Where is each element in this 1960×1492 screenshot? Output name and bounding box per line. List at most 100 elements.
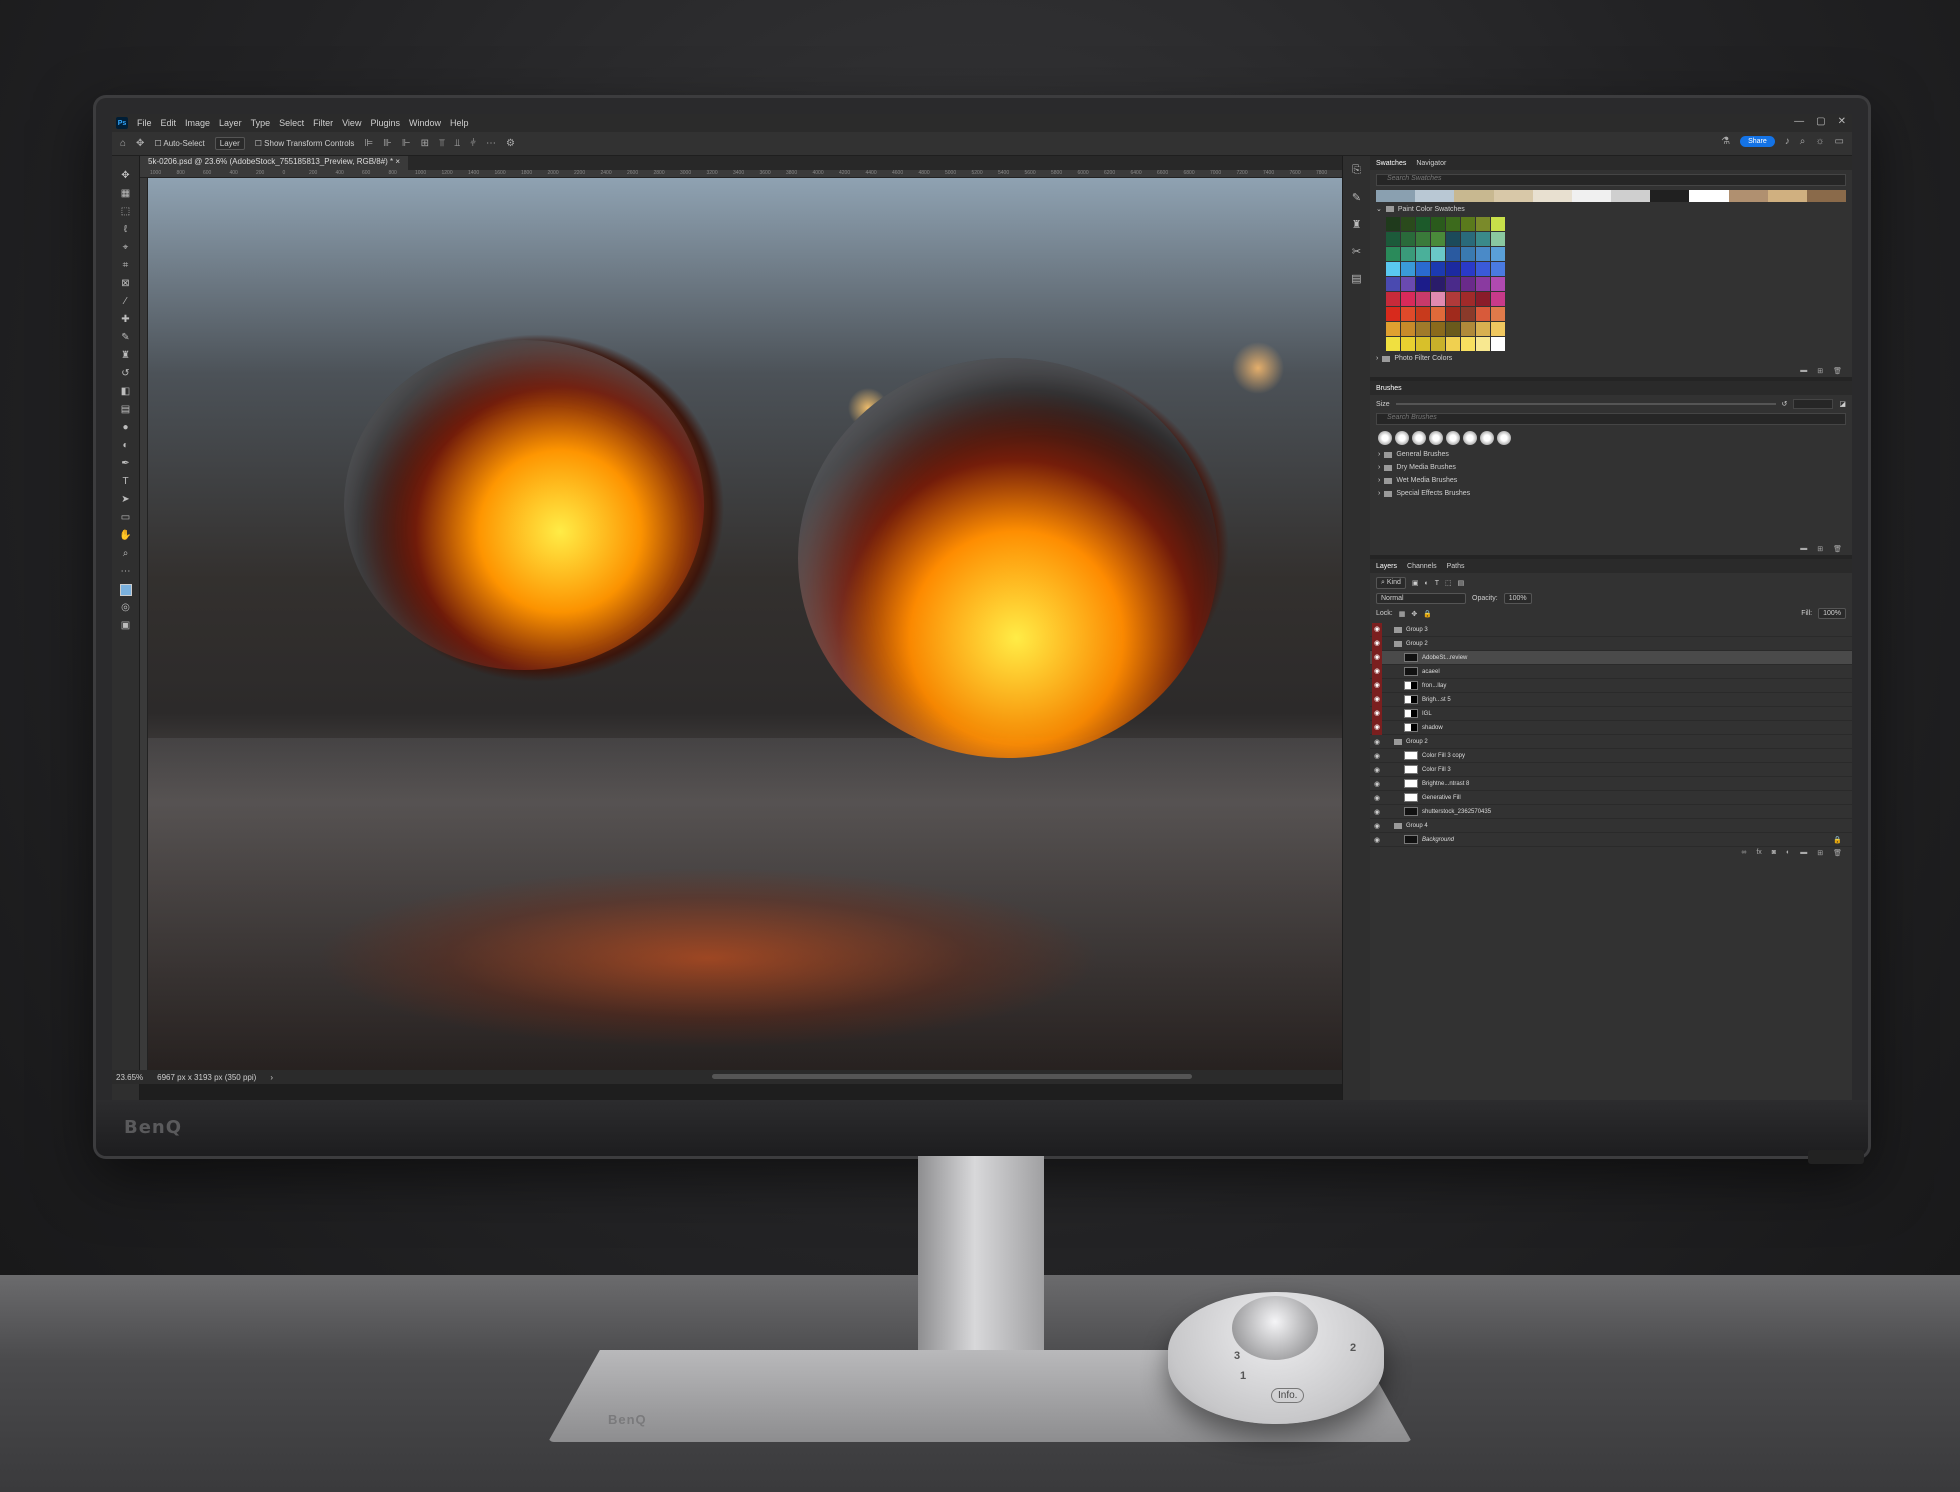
blur-tool-icon[interactable]: ● — [119, 422, 133, 434]
color-swatch[interactable] — [1416, 292, 1430, 306]
color-swatch[interactable] — [1431, 322, 1445, 336]
filter-adjust-icon[interactable]: ◐ — [1425, 580, 1429, 587]
lock-all-icon[interactable]: 🔒 — [1423, 610, 1432, 618]
eye-icon[interactable]: ◉ — [1372, 794, 1382, 802]
menu-filter[interactable]: Filter — [313, 118, 333, 128]
layer-row[interactable]: ◉ Brightne...ntrast 8 — [1370, 777, 1852, 791]
properties-icon[interactable]: ▤ — [1351, 272, 1361, 285]
color-swatch[interactable] — [1491, 307, 1505, 321]
move-tool-icon[interactable]: ✥ — [136, 138, 144, 149]
color-swatch[interactable] — [1491, 292, 1505, 306]
color-swatch[interactable] — [1461, 262, 1475, 276]
brush-folder[interactable]: › General Brushes — [1378, 451, 1844, 458]
eye-icon[interactable]: ◉ — [1372, 692, 1382, 707]
color-swatch[interactable] — [1461, 247, 1475, 261]
brush-preset[interactable] — [1446, 431, 1460, 445]
filter-pixel-icon[interactable]: ▣ — [1412, 579, 1419, 587]
lock-pixels-icon[interactable]: ▦ — [1399, 610, 1406, 618]
color-swatch[interactable] — [1446, 247, 1460, 261]
eye-icon[interactable]: ◉ — [1372, 720, 1382, 735]
distribute-icon[interactable]: ⊞ — [421, 138, 429, 149]
menu-file[interactable]: File — [137, 118, 152, 128]
lightbulb-icon[interactable]: ☼ — [1815, 136, 1824, 147]
color-swatch[interactable] — [1461, 217, 1475, 231]
gear-icon[interactable]: ⚙ — [506, 138, 515, 149]
menu-plugins[interactable]: Plugins — [370, 118, 400, 128]
menu-window[interactable]: Window — [409, 118, 441, 128]
fx-icon[interactable]: fx — [1756, 849, 1761, 857]
auto-select-checkbox[interactable]: ☐ Auto-Select — [154, 139, 204, 148]
color-swatch[interactable] — [1401, 217, 1415, 231]
filter-smart-icon[interactable]: ▤ — [1458, 579, 1465, 587]
new-group-icon[interactable]: ▬ — [1800, 849, 1807, 857]
workspace-icon[interactable]: ▭ — [1835, 136, 1844, 147]
foreground-color-swatch[interactable] — [119, 584, 132, 596]
horizontal-scrollbar[interactable] — [712, 1074, 1192, 1079]
color-swatch[interactable] — [1401, 277, 1415, 291]
color-swatch[interactable] — [1446, 217, 1460, 231]
color-swatch[interactable] — [1386, 247, 1400, 261]
brush-preset[interactable] — [1480, 431, 1494, 445]
more-options-icon[interactable]: ⋯ — [486, 138, 496, 149]
tab-navigator[interactable]: Navigator — [1416, 160, 1446, 167]
brush-size-slider[interactable] — [1395, 403, 1776, 405]
eye-icon[interactable]: ◉ — [1372, 780, 1382, 788]
eye-icon[interactable]: ◉ — [1372, 752, 1382, 760]
color-swatch[interactable] — [1446, 292, 1460, 306]
color-swatch[interactable] — [1416, 307, 1430, 321]
fill-input[interactable]: 100% — [1818, 608, 1846, 619]
brush-settings-icon[interactable]: ✎ — [1352, 191, 1361, 204]
home-icon[interactable]: ⌂ — [120, 138, 126, 149]
puck-info-button[interactable]: Info. — [1271, 1388, 1305, 1403]
brush-preset[interactable] — [1378, 431, 1392, 445]
frame-tool-icon[interactable]: ⊠ — [119, 278, 133, 290]
color-swatch[interactable] — [1446, 307, 1460, 321]
color-swatch[interactable] — [1446, 262, 1460, 276]
color-swatch[interactable] — [1461, 292, 1475, 306]
color-swatch[interactable] — [1446, 232, 1460, 246]
reset-icon[interactable]: ↺ — [1782, 400, 1788, 408]
search-icon[interactable]: ⌕ — [1800, 136, 1806, 147]
color-swatch[interactable] — [1401, 262, 1415, 276]
color-swatch[interactable] — [1431, 277, 1445, 291]
swatch-group-paint[interactable]: ⌄ Paint Color Swatches — [1376, 205, 1846, 214]
color-swatch[interactable] — [1476, 307, 1490, 321]
hotkey-puck[interactable]: 1 2 3 Info. — [1168, 1292, 1384, 1424]
history-icon[interactable]: ⎘ — [1352, 164, 1361, 177]
crop-tool-icon[interactable]: ⌗ — [119, 260, 133, 272]
align-left-icon[interactable]: ⊫ — [364, 138, 373, 149]
color-swatch[interactable] — [1386, 322, 1400, 336]
swatch-group-photo-filter[interactable]: › Photo Filter Colors — [1376, 355, 1846, 362]
menu-select[interactable]: Select — [279, 118, 304, 128]
layer-row[interactable]: ◉ shadow — [1370, 720, 1852, 735]
color-swatch[interactable] — [1446, 277, 1460, 291]
rectangle-tool-icon[interactable]: ▭ — [119, 512, 133, 524]
layer-row[interactable]: ◉ Group 3 — [1370, 622, 1852, 637]
recent-swatch[interactable] — [1532, 190, 1572, 202]
recent-swatch[interactable] — [1728, 190, 1768, 202]
eye-icon[interactable]: ◉ — [1372, 738, 1382, 746]
path-select-icon[interactable]: ➤ — [119, 494, 133, 506]
tab-swatches[interactable]: Swatches — [1376, 160, 1406, 167]
eye-icon[interactable]: ◉ — [1372, 706, 1382, 721]
align-top-icon[interactable]: ⫪ — [439, 138, 445, 149]
color-swatch[interactable] — [1446, 322, 1460, 336]
flask-icon[interactable]: ⚗ — [1721, 136, 1730, 147]
color-swatch[interactable] — [1431, 217, 1445, 231]
recent-swatch[interactable] — [1571, 190, 1612, 202]
color-swatch[interactable] — [1431, 337, 1445, 351]
trash-icon[interactable]: 🗑 — [1833, 367, 1842, 375]
close-button[interactable]: ✕ — [1838, 116, 1846, 127]
menu-layer[interactable]: Layer — [219, 118, 242, 128]
menu-edit[interactable]: Edit — [161, 118, 177, 128]
new-brush-icon[interactable]: ⊞ — [1817, 545, 1823, 553]
puck-button-2[interactable]: 2 — [1350, 1342, 1356, 1354]
status-chevron-icon[interactable]: › — [270, 1073, 273, 1082]
align-right-icon[interactable]: ⊩ — [402, 138, 411, 149]
color-swatch[interactable] — [1416, 262, 1430, 276]
tab-brushes[interactable]: Brushes — [1376, 385, 1402, 392]
eye-icon[interactable]: ◉ — [1372, 650, 1382, 665]
layer-row[interactable]: ◉ acaeel — [1370, 664, 1852, 679]
lock-position-icon[interactable]: ✥ — [1411, 610, 1417, 618]
opacity-input[interactable]: 100% — [1503, 593, 1532, 604]
